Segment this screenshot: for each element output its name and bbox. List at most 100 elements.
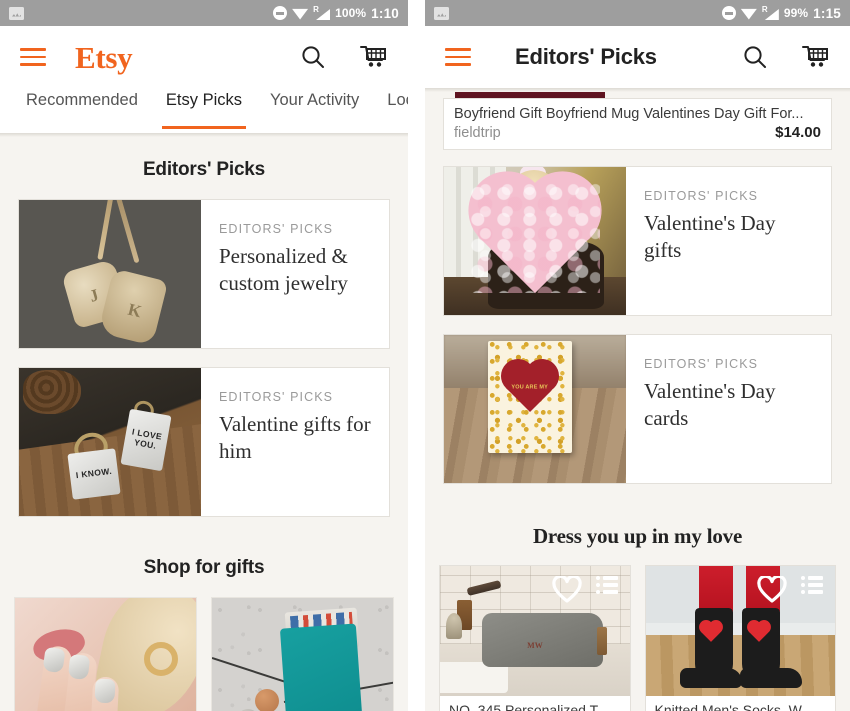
roaming-label: R: [761, 5, 768, 14]
right-content-scroll[interactable]: Boyfriend Gift Boyfriend Mug Valentines …: [425, 92, 850, 711]
keychains-artwork: I KNOW. I LOVE YOU.: [19, 368, 201, 516]
screenshot-divider: [408, 0, 425, 711]
clock: 1:15: [813, 5, 841, 21]
search-icon[interactable]: [298, 42, 328, 72]
product-title: Knitted Men's Socks, W...: [654, 702, 813, 711]
editors-pick-card[interactable]: EDITORS' PICKS Valentine's Day gifts: [443, 166, 832, 316]
heart-icon[interactable]: [551, 574, 582, 608]
product-meta: Knitted Men's Socks, W... fizzaccessory …: [646, 696, 836, 711]
product-title: Boyfriend Gift Boyfriend Mug Valentines …: [454, 106, 804, 122]
card-title: Valentine's Day cards: [644, 379, 776, 430]
mug-artwork-clipped: [455, 92, 605, 98]
teal-wallet-artwork: [212, 598, 393, 711]
product-meta-row: fieldtrip $14.00: [454, 124, 821, 141]
shopping-cart-icon[interactable]: [358, 42, 388, 72]
do-not-disturb-icon: [721, 6, 736, 20]
card-image-personalized-jewelry: J K: [19, 200, 201, 348]
add-to-list-icon[interactable]: [595, 576, 618, 594]
product-price: $14.00: [775, 124, 821, 141]
cellular-roaming-icon: R: [761, 5, 779, 20]
heart-icon[interactable]: [757, 574, 787, 608]
card-eyebrow: EDITORS' PICKS: [219, 222, 334, 236]
hamburger-menu-icon[interactable]: [20, 48, 46, 66]
left-status-bar: R 100% 1:10: [0, 0, 408, 26]
do-not-disturb-icon: [273, 6, 288, 20]
tab-your-activity[interactable]: Your Activity: [256, 88, 373, 133]
product-meta: NO. 345 Personalized T... SivaniDesigns.…: [440, 696, 630, 711]
hamburger-menu-icon[interactable]: [445, 48, 471, 66]
header-shadow: [0, 133, 408, 137]
tab-local[interactable]: Loc: [373, 88, 408, 133]
status-system-area: R 99% 1:15: [721, 5, 841, 21]
editors-pick-card[interactable]: J K EDITORS' PICKS Personalized & custom…: [18, 199, 390, 349]
card-eyebrow: EDITORS' PICKS: [219, 390, 334, 404]
tab-label: Recommended: [26, 91, 138, 109]
gift-tile-teal-wallet[interactable]: [211, 597, 394, 711]
app-bar-actions: [740, 42, 830, 72]
section-heading-editors-picks: Editors' Picks: [142, 159, 266, 180]
category-tab-bar: Recommended Etsy Picks Your Activity Loc: [0, 88, 408, 133]
section-heading-dress-you-up: Dress you up in my love: [532, 524, 743, 548]
card-image-valentine-gifts-him: I KNOW. I LOVE YOU.: [19, 368, 201, 516]
product-card[interactable]: Knitted Men's Socks, W... fizzaccessory …: [644, 565, 836, 711]
product-grid-row: MW NO. 345 Personalized T... Knitted Men…: [425, 565, 850, 711]
battery-percent: 99%: [783, 6, 809, 20]
tab-label: Your Activity: [270, 91, 360, 109]
product-thumbnail-dopp-kit: MW: [440, 566, 630, 696]
clock: 1:10: [371, 5, 399, 21]
nails-rings-artwork: [15, 598, 196, 711]
product-info-bar[interactable]: Boyfriend Gift Boyfriend Mug Valentines …: [443, 98, 832, 150]
clipped-product-image: [443, 92, 832, 98]
wifi-icon: [741, 7, 757, 20]
right-status-bar: R 99% 1:15: [425, 0, 850, 26]
card-text-block: EDITORS' PICKS Personalized & custom jew…: [201, 200, 389, 348]
card-title: Valentine gifts for him: [219, 412, 371, 463]
header-shadow: [425, 88, 850, 92]
battery-percent: 100%: [335, 6, 367, 20]
gift-tile-row: [0, 597, 408, 711]
left-content-scroll[interactable]: Editors' Picks J K EDITORS' PICKS Person…: [0, 137, 408, 711]
right-phone-screen: R 99% 1:15 Editors' Picks Boyfriend Gift…: [425, 0, 850, 711]
greeting-card-text: YOU ARE MY: [511, 384, 548, 391]
card-title: Valentine's Day gifts: [644, 211, 776, 262]
tab-label: Etsy Picks: [165, 91, 242, 109]
card-text-block: EDITORS' PICKS Valentine gifts for him: [201, 368, 389, 516]
shopping-cart-icon[interactable]: [800, 42, 830, 72]
tab-recommended[interactable]: Recommended: [12, 88, 152, 133]
tab-label: Loc: [387, 91, 408, 109]
card-text-block: EDITORS' PICKS Valentine's Day cards: [626, 335, 831, 483]
section-heading-shop-for-gifts: Shop for gifts: [143, 557, 265, 578]
gift-tile-nails-rings[interactable]: [14, 597, 197, 711]
editors-pick-card[interactable]: I KNOW. I LOVE YOU. EDITORS' PICKS Valen…: [18, 367, 390, 517]
roaming-label: R: [313, 5, 319, 14]
page-title: Editors' Picks: [515, 44, 657, 69]
dual-screenshot-container: R 100% 1:10 Etsy Recommended Etsy Picks …: [0, 0, 850, 711]
product-card[interactable]: MW NO. 345 Personalized T...: [439, 565, 631, 711]
status-notification-area: [434, 6, 449, 20]
app-bar-actions: [298, 42, 388, 72]
card-text-block: EDITORS' PICKS Valentine's Day gifts: [626, 167, 831, 315]
status-system-area: R 100% 1:10: [273, 5, 399, 21]
search-icon[interactable]: [740, 42, 770, 72]
card-eyebrow: EDITORS' PICKS: [644, 189, 759, 203]
shop-name: fieldtrip: [454, 125, 501, 141]
add-to-list-icon[interactable]: [801, 576, 823, 594]
necklace-artwork: J K: [19, 200, 201, 348]
screenshot-icon: [9, 6, 24, 20]
screenshot-icon: [434, 6, 449, 20]
card-image-valentines-day-gifts: [444, 167, 626, 315]
fluffy-heart-artwork: [444, 167, 626, 315]
card-image-valentines-day-cards: YOU ARE MY: [444, 335, 626, 483]
valentine-card-artwork: YOU ARE MY: [444, 335, 626, 483]
tab-etsy-picks[interactable]: Etsy Picks: [152, 88, 256, 133]
product-title: NO. 345 Personalized T...: [449, 702, 609, 711]
left-phone-screen: R 100% 1:10 Etsy Recommended Etsy Picks …: [0, 0, 408, 711]
editors-pick-card[interactable]: YOU ARE MY EDITORS' PICKS Valentine's Da…: [443, 334, 832, 484]
etsy-logo[interactable]: Etsy: [75, 42, 133, 73]
left-app-bar: Etsy: [0, 26, 408, 88]
card-title: Personalized & custom jewelry: [219, 244, 348, 295]
cellular-roaming-icon: R: [313, 5, 331, 20]
status-notification-area: [9, 6, 24, 20]
product-thumbnail-heart-socks: [645, 566, 835, 696]
